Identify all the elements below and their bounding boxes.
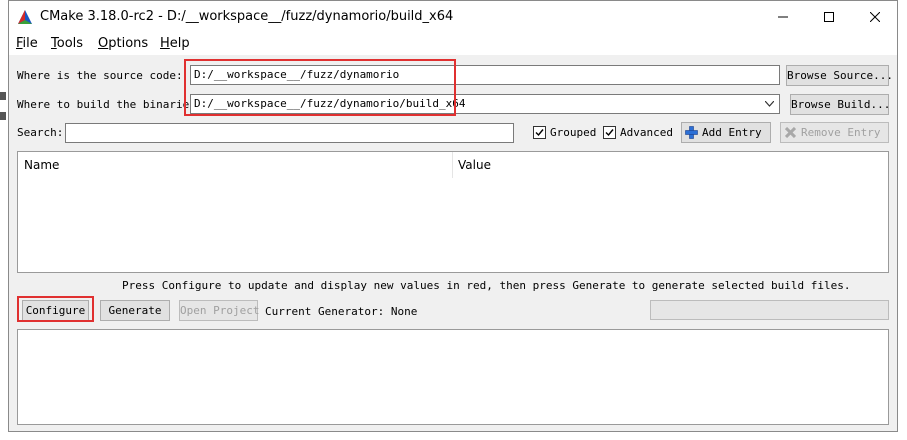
current-generator-label: Current Generator: None — [265, 305, 418, 318]
add-entry-label: Add Entry — [702, 126, 762, 139]
menu-options[interactable]: Options — [98, 36, 148, 51]
menu-bar: File Tools Options Help — [9, 33, 897, 55]
advanced-label: Advanced — [620, 126, 673, 139]
cmake-window: CMake 3.18.0-rc2 - D:/__workspace__/fuzz… — [8, 0, 898, 432]
column-header-value[interactable]: Value — [458, 152, 491, 178]
minimize-icon — [778, 16, 788, 18]
source-path-input[interactable]: D:/__workspace__/fuzz/dynamorio — [190, 65, 780, 85]
grouped-checkbox[interactable] — [533, 126, 546, 139]
menu-options-rest: ptions — [108, 36, 149, 51]
menu-help-rest: elp — [169, 36, 190, 51]
checkmark-icon — [535, 129, 544, 137]
maximize-button[interactable] — [807, 1, 851, 33]
search-label: Search: — [17, 126, 64, 139]
remove-entry-label: Remove Entry — [801, 126, 881, 139]
remove-entry-button[interactable]: Remove Entry — [780, 122, 889, 143]
menu-help[interactable]: Help — [160, 36, 190, 51]
add-entry-button[interactable]: Add Entry — [681, 122, 771, 143]
background-window-edge — [0, 0, 8, 440]
progress-bar — [650, 300, 889, 320]
build-label: Where to build the binaries: — [17, 98, 203, 111]
maximize-icon — [824, 12, 834, 22]
grouped-label: Grouped — [550, 126, 597, 139]
menu-tools-rest: ools — [56, 36, 84, 51]
menu-file-rest: ile — [22, 36, 38, 51]
column-header-name[interactable]: Name — [24, 152, 59, 178]
cache-variables-table[interactable]: Name Value — [17, 151, 889, 273]
column-divider — [452, 152, 453, 178]
menu-file[interactable]: File — [16, 36, 38, 51]
remove-icon — [785, 127, 796, 138]
source-label: Where is the source code: — [17, 69, 183, 82]
build-path-combobox[interactable]: D:/__workspace__/fuzz/dynamorio/build_x6… — [190, 94, 780, 114]
cmake-logo-icon — [18, 10, 32, 24]
background-text-fragment — [0, 92, 6, 100]
configure-hint-text: Press Configure to update and display ne… — [122, 279, 851, 292]
open-project-button[interactable]: Open Project — [179, 300, 259, 321]
close-button[interactable] — [853, 1, 897, 33]
browse-build-button[interactable]: Browse Build... — [790, 94, 890, 115]
close-icon — [870, 12, 880, 22]
background-text-fragment — [0, 112, 6, 120]
checkmark-icon — [605, 129, 614, 137]
browse-source-button[interactable]: Browse Source... — [786, 65, 893, 86]
plus-icon — [685, 126, 698, 139]
minimize-button[interactable] — [761, 1, 805, 33]
build-path-value: D:/__workspace__/fuzz/dynamorio/build_x6… — [194, 97, 466, 110]
chevron-down-icon[interactable] — [765, 101, 774, 107]
generate-button[interactable]: Generate — [100, 300, 170, 321]
configure-button[interactable]: Configure — [22, 300, 89, 321]
output-log[interactable] — [17, 329, 889, 425]
window-title: CMake 3.18.0-rc2 - D:/__workspace__/fuzz… — [40, 9, 454, 24]
search-input[interactable] — [65, 123, 514, 143]
menu-tools[interactable]: Tools — [51, 36, 83, 51]
title-bar[interactable]: CMake 3.18.0-rc2 - D:/__workspace__/fuzz… — [9, 1, 897, 33]
advanced-checkbox[interactable] — [603, 126, 616, 139]
